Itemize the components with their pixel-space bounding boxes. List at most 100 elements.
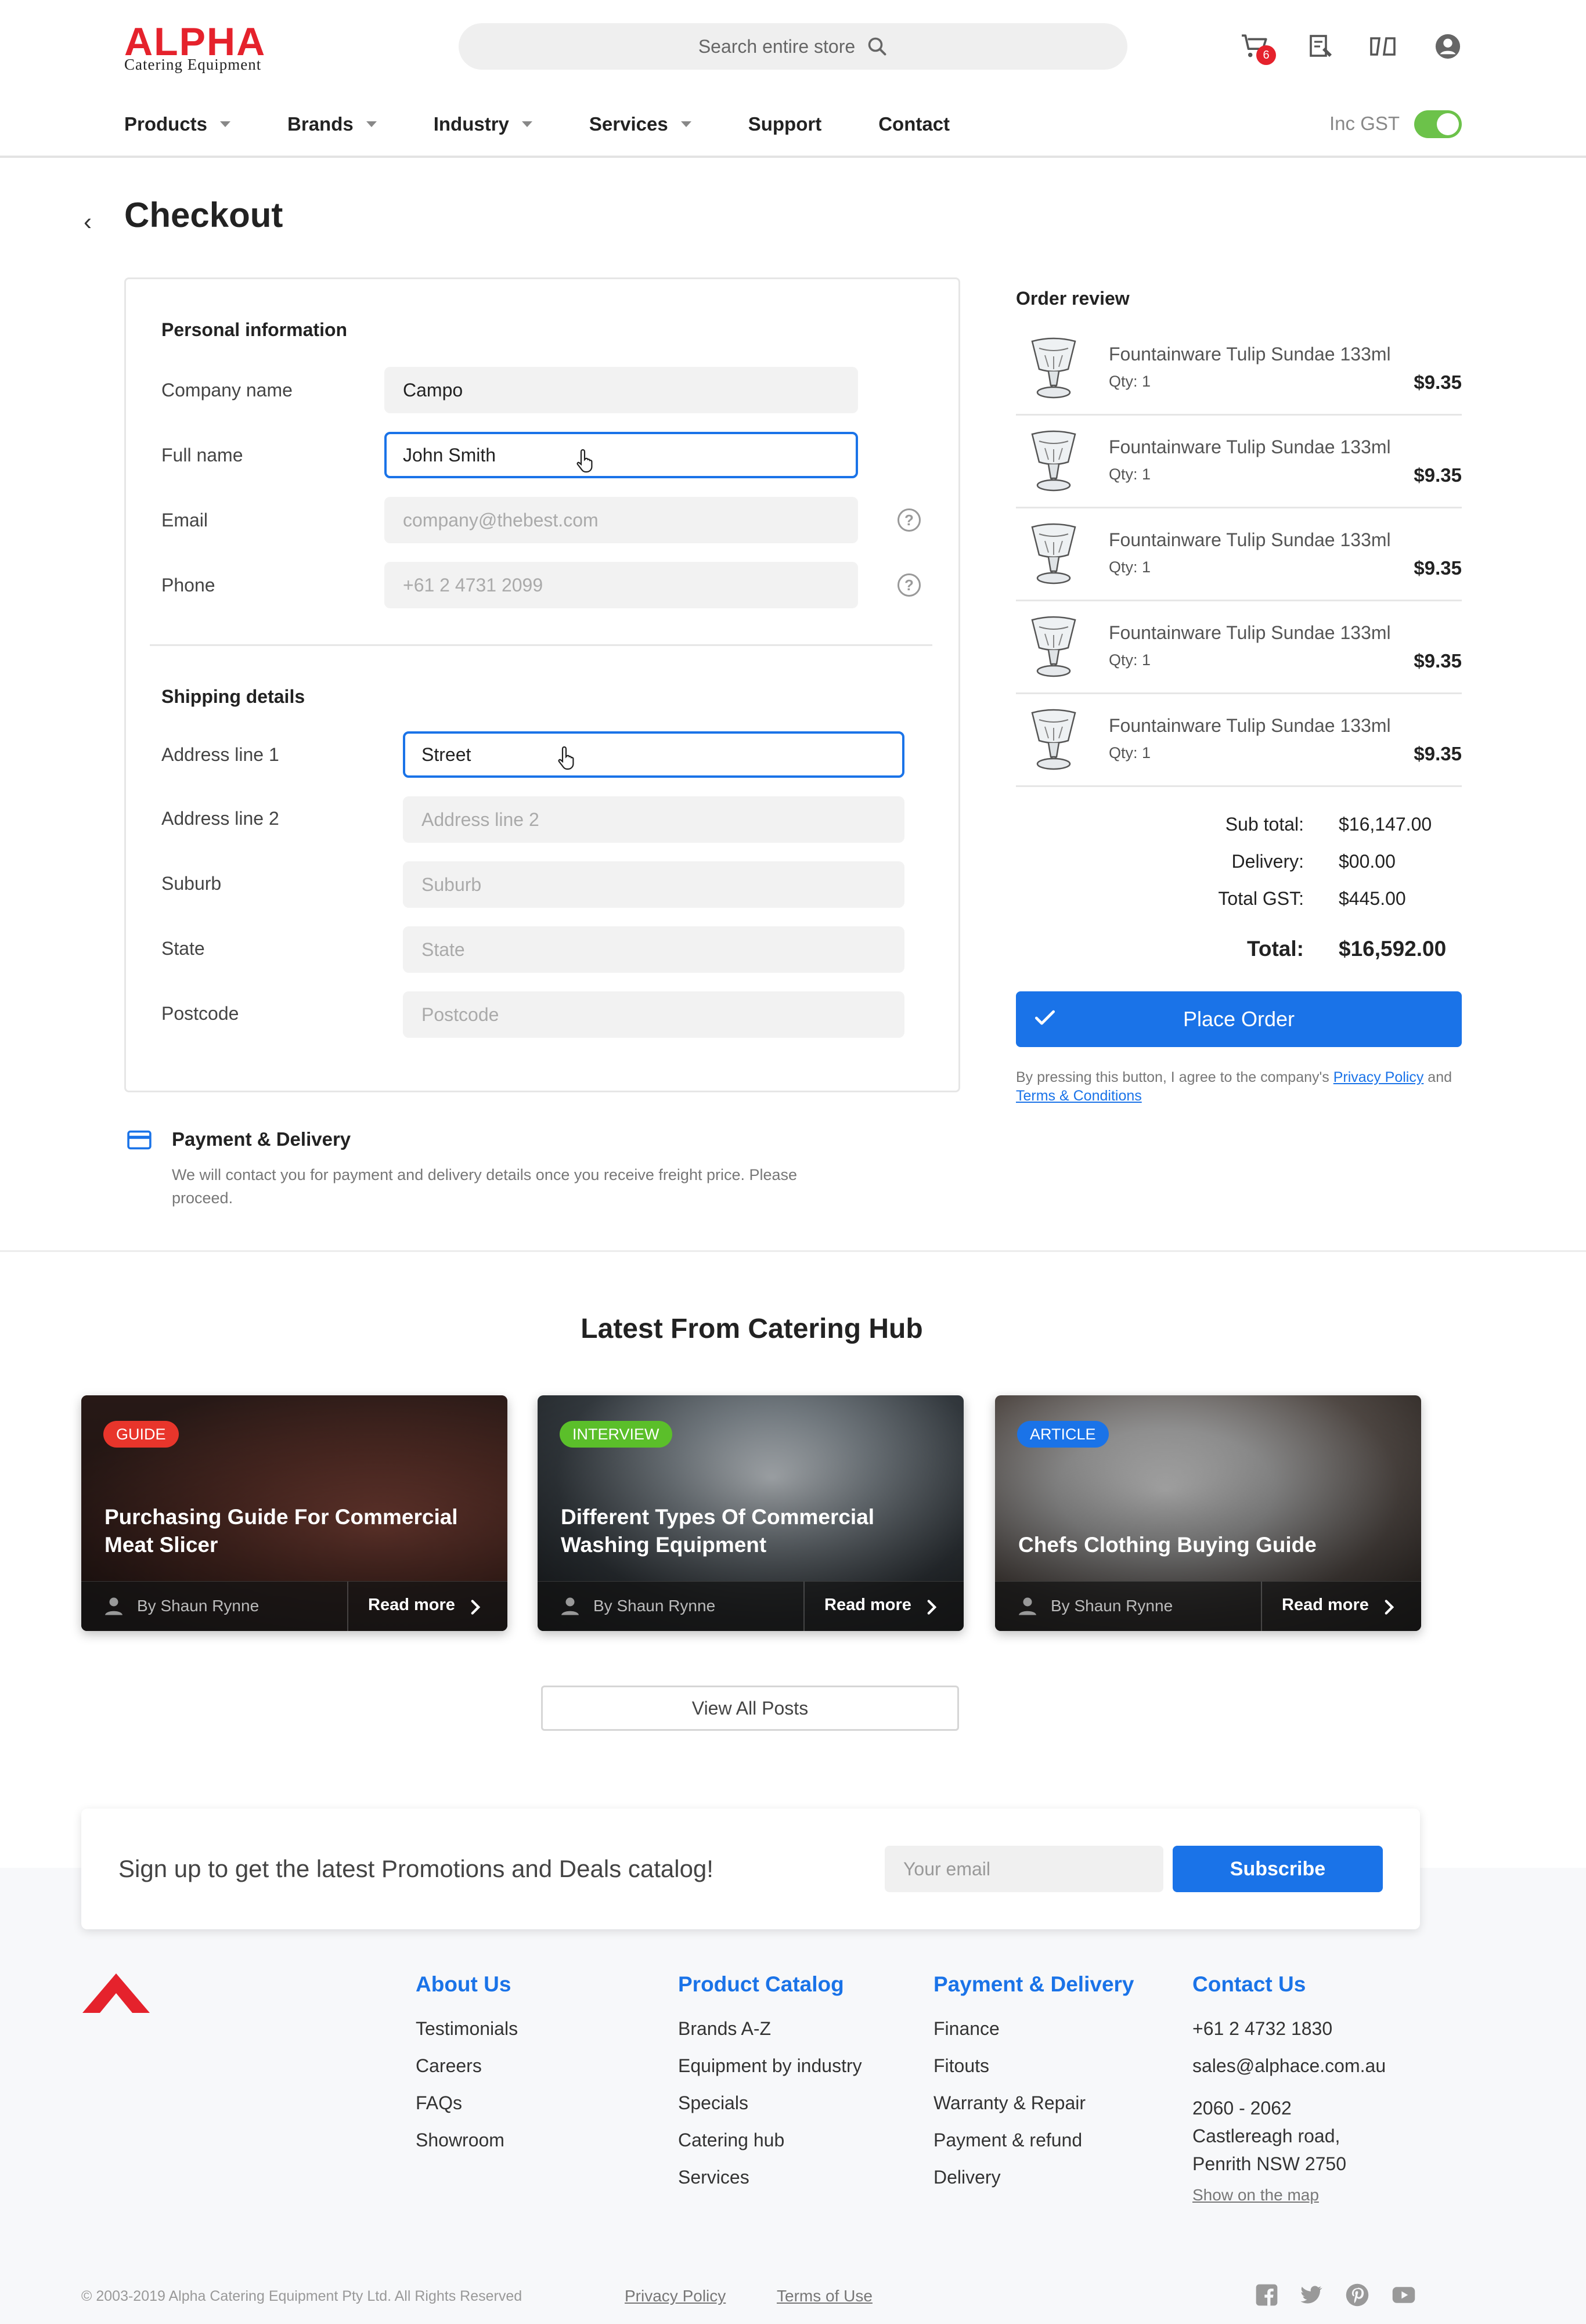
hub-article-card[interactable]: GUIDE Purchasing Guide For Commercial Mea… — [81, 1395, 507, 1631]
subscribe-button[interactable]: Subscribe — [1173, 1846, 1383, 1892]
hub-article-card[interactable]: INTERVIEW Different Types Of Commercial W… — [538, 1395, 964, 1631]
address2-field[interactable]: Address line 2 — [403, 796, 904, 843]
order-item[interactable]: Fountainware Tulip Sundae 133ml Qty: 1 $9.… — [1016, 601, 1462, 694]
card-separator — [347, 1582, 348, 1631]
suburb-label: Suburb — [161, 873, 222, 894]
search-input[interactable]: Search entire store — [459, 23, 1127, 70]
toggle-knob — [1437, 113, 1459, 135]
state-field[interactable]: State — [403, 926, 904, 973]
order-item[interactable]: Fountainware Tulip Sundae 133ml Qty: 1 $9.… — [1016, 508, 1462, 601]
footer-link[interactable]: Showroom — [416, 2128, 518, 2152]
footer-link[interactable]: Payment & refund — [933, 2128, 1134, 2152]
chevron-down-icon — [521, 121, 532, 127]
item-name: Fountainware Tulip Sundae 133ml — [1109, 529, 1391, 550]
footer-catalog: Product Catalog Brands A-Z Equipment by … — [678, 1972, 862, 2202]
newsletter-email-input[interactable]: Your email — [885, 1846, 1163, 1892]
phone-label: Phone — [161, 575, 215, 596]
state-label: State — [161, 938, 205, 959]
nav-support[interactable]: Support — [748, 113, 821, 135]
quote-list-icon[interactable] — [1305, 30, 1338, 63]
footer-link[interactable]: Brands A-Z — [678, 2016, 862, 2041]
facebook-icon[interactable] — [1254, 2282, 1279, 2308]
footer-link[interactable]: Services — [678, 2165, 862, 2189]
fullname-field[interactable]: John Smith — [384, 432, 858, 478]
nav-services[interactable]: Services — [589, 113, 691, 135]
view-all-posts-button[interactable]: View All Posts — [541, 1686, 959, 1731]
compare-icon[interactable] — [1367, 30, 1399, 63]
main-nav: Products Brands Industry Services Suppor… — [124, 113, 1007, 136]
footer-link[interactable]: Catering hub — [678, 2128, 862, 2152]
company-field[interactable]: Campo — [384, 367, 858, 413]
postcode-field[interactable]: Postcode — [403, 991, 904, 1038]
item-name: Fountainware Tulip Sundae 133ml — [1109, 344, 1391, 365]
cart-icon[interactable]: 6 — [1239, 30, 1276, 65]
contact-phone[interactable]: +61 2 4732 1830 — [1192, 2016, 1386, 2041]
hand-cursor-icon — [558, 746, 574, 770]
footer-link[interactable]: Testimonials — [416, 2016, 518, 2041]
read-more-link[interactable]: Read more — [1282, 1596, 1369, 1615]
alpha-footer-logo-icon[interactable] — [81, 1972, 151, 2014]
footer-link[interactable]: Delivery — [933, 2165, 1134, 2189]
hub-article-card[interactable]: ARTICLE Chefs Clothing Buying Guide By Sha… — [995, 1395, 1421, 1631]
footer-link[interactable]: Equipment by industry — [678, 2054, 862, 2078]
footer-link[interactable]: Warranty & Repair — [933, 2091, 1134, 2115]
order-item[interactable]: Fountainware Tulip Sundae 133ml Qty: 1 $9.… — [1016, 416, 1462, 508]
item-qty: Qty: 1 — [1109, 744, 1151, 762]
twitter-icon[interactable] — [1298, 2282, 1324, 2308]
address1-label: Address line 1 — [161, 744, 279, 765]
pinterest-icon[interactable] — [1345, 2282, 1370, 2308]
address1-field[interactable]: Street — [403, 731, 904, 778]
suburb-field[interactable]: Suburb — [403, 861, 904, 908]
privacy-policy-link[interactable]: Privacy Policy — [625, 2287, 726, 2305]
show-on-map-link[interactable]: Show on the map — [1192, 2186, 1386, 2204]
card-footer: By Shaun Rynne Read more — [538, 1581, 964, 1631]
help-icon[interactable]: ? — [897, 573, 921, 597]
read-more-link[interactable]: Read more — [368, 1596, 455, 1615]
footer-link[interactable]: Careers — [416, 2054, 518, 2078]
sundae-glass-icon — [1028, 335, 1080, 403]
order-item[interactable]: Fountainware Tulip Sundae 133ml Qty: 1 $9.… — [1016, 323, 1462, 416]
chevron-down-icon — [366, 121, 377, 127]
page-title: Checkout — [124, 196, 283, 234]
contact-email[interactable]: sales@alphace.com.au — [1192, 2054, 1386, 2078]
footer-link[interactable]: Fitouts — [933, 2054, 1134, 2078]
item-price: $9.35 — [1414, 464, 1462, 486]
nav-contact[interactable]: Contact — [878, 113, 950, 135]
privacy-policy-link[interactable]: Privacy Policy — [1333, 1069, 1424, 1085]
sundae-glass-icon — [1028, 428, 1080, 496]
footer-link[interactable]: FAQs — [416, 2091, 518, 2115]
footer-catalog-heading: Product Catalog — [678, 1972, 844, 1996]
hub-heading: Latest From Catering Hub — [581, 1313, 923, 1344]
read-more-link[interactable]: Read more — [824, 1596, 911, 1615]
site-header: ALPHA Catering Equipment Search entire s… — [0, 0, 1586, 158]
alpha-logo[interactable]: ALPHA Catering Equipment — [124, 22, 293, 73]
back-arrow-icon[interactable]: ‹ — [84, 208, 92, 236]
gst-toggle[interactable] — [1414, 110, 1462, 138]
copyright-text: © 2003-2019 Alpha Catering Equipment Pty… — [81, 2288, 522, 2304]
card-footer: By Shaun Rynne Read more — [995, 1581, 1421, 1631]
card-tag: ARTICLE — [1017, 1421, 1109, 1448]
nav-products[interactable]: Products — [124, 113, 231, 135]
terms-of-use-link[interactable]: Terms of Use — [777, 2287, 873, 2305]
footer-link[interactable]: Finance — [933, 2016, 1134, 2041]
order-item[interactable]: Fountainware Tulip Sundae 133ml Qty: 1 $9.… — [1016, 694, 1462, 787]
phone-field[interactable]: +61 2 4731 2099 — [384, 562, 858, 608]
hand-cursor-icon — [576, 449, 593, 473]
youtube-icon[interactable] — [1391, 2282, 1416, 2308]
place-order-button[interactable]: Place Order — [1016, 991, 1462, 1047]
nav-brands[interactable]: Brands — [287, 113, 377, 135]
newsletter-box: Sign up to get the latest Promotions and… — [81, 1809, 1420, 1929]
footer-link[interactable]: Specials — [678, 2091, 862, 2115]
item-price: $9.35 — [1414, 557, 1462, 579]
delivery-label: Delivery: — [1231, 851, 1304, 872]
gst-total-label: Total GST: — [1218, 888, 1304, 909]
email-label: Email — [161, 510, 208, 531]
card-author: By Shaun Rynne — [137, 1597, 259, 1615]
terms-link[interactable]: Terms & Conditions — [1016, 1088, 1142, 1104]
nav-industry[interactable]: Industry — [434, 113, 532, 135]
item-qty: Qty: 1 — [1109, 651, 1151, 669]
account-icon[interactable] — [1432, 30, 1464, 63]
section-divider — [0, 1250, 1586, 1252]
help-icon[interactable]: ? — [897, 508, 921, 532]
email-field[interactable]: company@thebest.com — [384, 497, 858, 543]
